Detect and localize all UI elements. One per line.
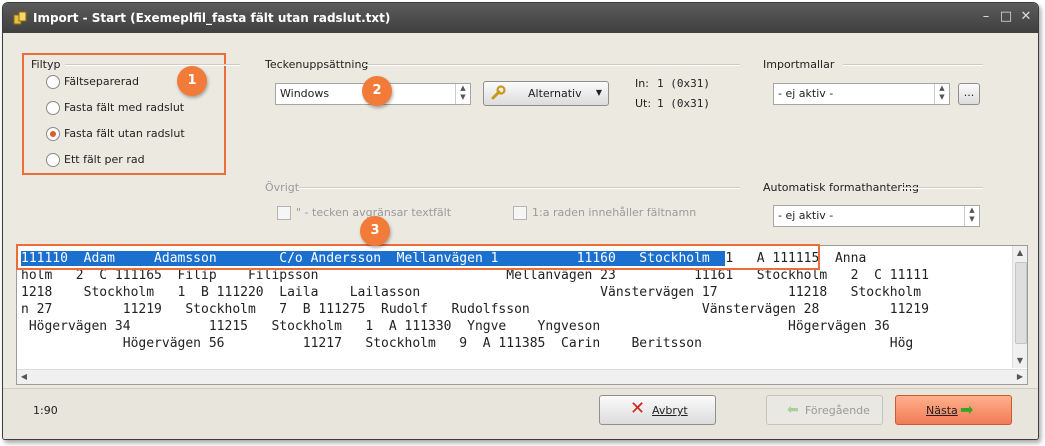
scroll-down-icon[interactable]: ▼ bbox=[1013, 354, 1027, 368]
charset-separator bbox=[365, 64, 740, 66]
templates-separator bbox=[843, 64, 983, 66]
templates-select[interactable]: - ej aktiv - ▲ ▼ bbox=[773, 83, 950, 105]
app-icon bbox=[13, 11, 27, 25]
previous-label: Föregående bbox=[805, 404, 870, 417]
preview-line-3: n 27 11219 Stockholm 7 B 111275 Rudolf R… bbox=[21, 302, 929, 317]
radio-label: Fasta fält med radslut bbox=[64, 101, 185, 114]
alternativ-label: Alternativ bbox=[528, 87, 582, 100]
radio-circle[interactable] bbox=[46, 75, 60, 89]
radio-label: Fältseparerad bbox=[64, 75, 139, 88]
radio-circle[interactable] bbox=[46, 127, 60, 141]
cancel-label: Avbryt bbox=[652, 404, 688, 417]
preview-highlight bbox=[16, 244, 820, 270]
window-title: Import - Start (Exemeplfil_fasta fält ut… bbox=[33, 11, 391, 25]
status-position: 1:90 bbox=[33, 404, 58, 417]
spin-arrows-icon[interactable]: ▲ ▼ bbox=[455, 84, 470, 104]
radio-label: Fasta fält utan radslut bbox=[64, 127, 185, 140]
autoformat-value: - ej aktiv - bbox=[778, 209, 834, 222]
previous-button[interactable]: ⬅ Föregående bbox=[766, 395, 883, 425]
other-separator bbox=[299, 187, 740, 189]
radio-label: Ett fält per rad bbox=[64, 153, 145, 166]
dialog-content: Filtyp Fältseparerad Fasta fält med rads… bbox=[3, 33, 1038, 439]
badge-2: 2 bbox=[362, 76, 392, 106]
cancel-button[interactable]: ✕ Avbryt bbox=[599, 395, 716, 425]
scroll-right-icon[interactable]: ▶ bbox=[1013, 370, 1027, 384]
scroll-up-icon[interactable]: ▲ bbox=[1013, 246, 1027, 260]
firstrow-checkbox[interactable] bbox=[513, 206, 527, 220]
preview-line-2: 1218 Stockholm 1 B 111220 Laila Lailasso… bbox=[21, 285, 922, 300]
autoformat-select[interactable]: - ej aktiv - ▲ ▼ bbox=[773, 205, 980, 227]
firstrow-checkbox-label: 1:a raden innehåller fältnamn bbox=[532, 206, 697, 219]
charset-label: Teckenuppsättning bbox=[265, 58, 369, 71]
cross-icon: ✕ bbox=[630, 398, 646, 419]
filetype-separator bbox=[65, 64, 240, 66]
minimize-button[interactable]: – bbox=[978, 9, 994, 25]
title-bar: Import - Start (Exemeplfil_fasta fält ut… bbox=[3, 3, 1038, 33]
out-value: 1 (0x31) bbox=[657, 97, 710, 110]
arrow-right-icon: ➡ bbox=[960, 400, 974, 419]
close-button[interactable]: ✕ bbox=[1018, 9, 1034, 25]
dropdown-arrow-icon: ▼ bbox=[595, 88, 602, 97]
filetype-label: Filtyp bbox=[31, 58, 61, 71]
spin-arrows-icon[interactable]: ▲ ▼ bbox=[934, 84, 949, 104]
next-button[interactable]: Nästa ➡ bbox=[895, 395, 1012, 425]
charset-value: Windows bbox=[280, 87, 330, 100]
other-label: Övrigt bbox=[265, 181, 300, 194]
quote-checkbox[interactable] bbox=[277, 206, 291, 220]
radio-circle[interactable] bbox=[46, 153, 60, 167]
out-label: Ut: bbox=[635, 97, 652, 110]
preview-line-4: Högervägen 34 11215 Stockholm 1 A 111330… bbox=[21, 319, 890, 334]
spin-arrows-icon[interactable]: ▲ ▼ bbox=[964, 206, 979, 226]
horizontal-scrollbar[interactable]: ◀ ▶ bbox=[17, 369, 1027, 384]
templates-browse-button[interactable]: ... bbox=[958, 83, 980, 105]
autoformat-separator bbox=[901, 187, 983, 189]
alternativ-button[interactable]: Alternativ ▼ bbox=[483, 81, 609, 106]
badge-3: 3 bbox=[360, 216, 390, 246]
vertical-scrollbar[interactable]: ▲ ▼ bbox=[1012, 246, 1027, 368]
wrench-icon bbox=[491, 85, 506, 100]
in-label: In: bbox=[635, 77, 649, 90]
preview-line-5: Högervägen 56 11217 Stockholm 9 A 111385… bbox=[21, 336, 914, 351]
templates-value: - ej aktiv - bbox=[778, 87, 834, 100]
templates-label: Importmallar bbox=[763, 58, 835, 71]
vertical-scroll-thumb[interactable] bbox=[1015, 262, 1027, 344]
scroll-left-icon[interactable]: ◀ bbox=[17, 370, 31, 384]
maximize-button[interactable]: □ bbox=[998, 9, 1014, 25]
bottom-bar: 1:90 ✕ Avbryt ⬅ Föregående Nästa ➡ bbox=[3, 388, 1038, 439]
autoformat-label: Automatisk formathantering bbox=[763, 181, 919, 194]
import-dialog: Import - Start (Exemeplfil_fasta fält ut… bbox=[2, 2, 1039, 440]
badge-1: 1 bbox=[177, 66, 207, 96]
radio-circle[interactable] bbox=[46, 101, 60, 115]
next-label: Nästa bbox=[926, 404, 958, 417]
arrow-left-icon: ⬅ bbox=[787, 402, 799, 418]
in-value: 1 (0x31) bbox=[657, 77, 710, 90]
